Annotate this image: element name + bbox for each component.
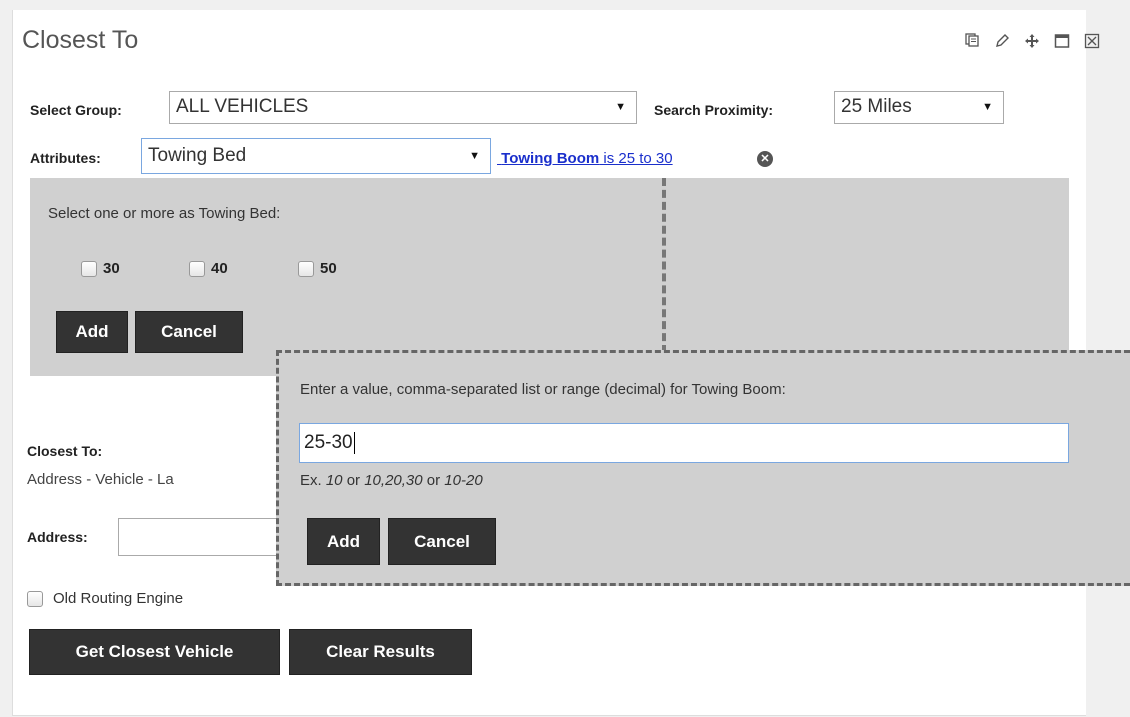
chevron-down-icon: ▼ bbox=[982, 101, 993, 113]
boom-add-button[interactable]: Add bbox=[307, 518, 380, 565]
bed-add-button[interactable]: Add bbox=[56, 311, 128, 353]
select-group-label: Select Group: bbox=[30, 102, 122, 118]
maximize-icon[interactable] bbox=[1054, 33, 1070, 49]
panel-divider bbox=[662, 178, 666, 353]
option-label: 50 bbox=[320, 260, 337, 277]
attributes-label: Attributes: bbox=[30, 150, 101, 166]
close-icon[interactable] bbox=[1084, 33, 1100, 49]
clear-results-button[interactable]: Clear Results bbox=[289, 629, 472, 675]
select-group-dropdown[interactable]: ALL VEHICLES ▼ bbox=[169, 91, 637, 124]
attributes-dropdown[interactable]: Towing Bed ▼ bbox=[141, 138, 491, 174]
bed-cancel-button[interactable]: Cancel bbox=[135, 311, 243, 353]
text-caret bbox=[353, 431, 355, 454]
boom-cancel-button[interactable]: Cancel bbox=[388, 518, 496, 565]
chevron-down-icon: ▼ bbox=[469, 150, 480, 162]
remove-filter-icon[interactable]: ✕ bbox=[757, 151, 773, 167]
window-controls bbox=[964, 33, 1100, 49]
address-input[interactable] bbox=[118, 518, 278, 556]
chevron-down-icon: ▼ bbox=[615, 101, 626, 113]
attribute-filter-link[interactable]: Towing Boom is 25 to 30 bbox=[497, 150, 672, 167]
closest-to-modes[interactable]: Address - Vehicle - La bbox=[27, 471, 174, 488]
checkbox-icon[interactable] bbox=[189, 260, 205, 277]
old-routing-label: Old Routing Engine bbox=[53, 590, 184, 607]
edit-icon[interactable] bbox=[994, 33, 1010, 49]
towing-boom-example: Ex. 10 or 10,20,30 or 10-20 bbox=[300, 472, 483, 489]
towing-boom-prompt: Enter a value, comma-separated list or r… bbox=[300, 381, 786, 398]
address-label: Address: bbox=[27, 529, 88, 545]
checkbox-icon[interactable] bbox=[27, 590, 43, 607]
option-50-checkbox[interactable]: 50 bbox=[298, 260, 337, 277]
closest-to-label: Closest To: bbox=[27, 443, 103, 459]
attributes-value: Towing Bed bbox=[148, 145, 247, 166]
checkbox-icon[interactable] bbox=[298, 260, 314, 277]
option-label: 30 bbox=[103, 260, 120, 277]
option-30-checkbox[interactable]: 30 bbox=[81, 260, 120, 277]
option-label: 40 bbox=[211, 260, 228, 277]
panel-title: Closest To bbox=[22, 26, 139, 54]
old-routing-checkbox[interactable]: Old Routing Engine bbox=[27, 590, 183, 607]
checkbox-icon[interactable] bbox=[81, 260, 97, 277]
option-40-checkbox[interactable]: 40 bbox=[189, 260, 228, 277]
towing-boom-value: 25-30 bbox=[304, 432, 353, 453]
copy-icon[interactable] bbox=[964, 33, 980, 49]
attribute-filter-chip[interactable]: Towing Boom is 25 to 30 bbox=[497, 150, 672, 167]
search-proximity-value: 25 Miles bbox=[841, 96, 912, 117]
search-proximity-dropdown[interactable]: 25 Miles ▼ bbox=[834, 91, 1004, 124]
get-closest-vehicle-button[interactable]: Get Closest Vehicle bbox=[29, 629, 280, 675]
towing-bed-prompt: Select one or more as Towing Bed: bbox=[48, 205, 281, 222]
select-group-value: ALL VEHICLES bbox=[176, 96, 309, 117]
search-proximity-label: Search Proximity: bbox=[654, 102, 774, 118]
towing-boom-input[interactable]: 25-30 bbox=[299, 423, 1069, 463]
move-icon[interactable] bbox=[1024, 33, 1040, 49]
